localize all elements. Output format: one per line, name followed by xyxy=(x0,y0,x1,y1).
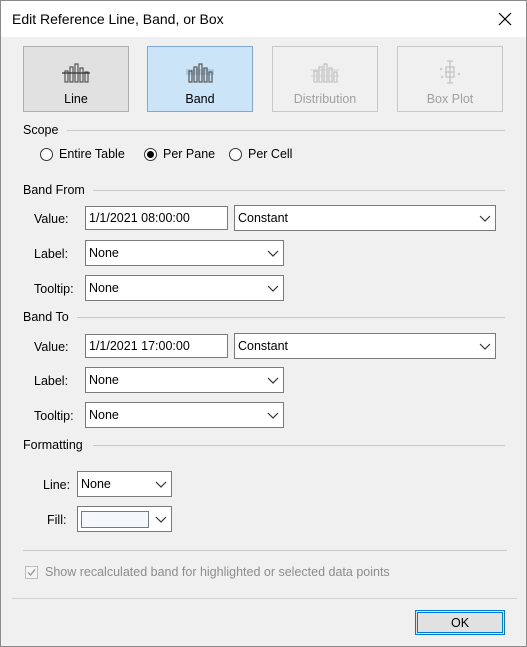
scope-divider xyxy=(67,130,505,131)
box-plot-type-label: Box Plot xyxy=(426,92,474,106)
distribution-chart-icon xyxy=(311,63,339,83)
radio-indicator-selected xyxy=(144,147,157,161)
select-value: None xyxy=(89,408,119,422)
select-value: None xyxy=(89,373,119,387)
band-to-tooltip-select[interactable]: None xyxy=(85,402,284,428)
band-to-type-select[interactable]: Constant xyxy=(234,333,496,359)
ok-button[interactable]: OK xyxy=(415,610,505,635)
select-value: Constant xyxy=(238,211,289,225)
scope-per-cell-radio[interactable]: Per Cell xyxy=(229,147,292,161)
band-from-label-label: Label: xyxy=(34,247,69,261)
box-plot-chart-icon xyxy=(439,60,461,84)
line-type-button[interactable]: Line xyxy=(23,46,129,112)
line-chart-icon xyxy=(62,63,90,83)
edit-reference-dialog: Edit Reference Line, Band, or Box Line B… xyxy=(0,0,527,647)
chevron-down-icon xyxy=(479,343,491,350)
scope-heading: Scope xyxy=(23,123,59,137)
band-from-value-label: Value: xyxy=(34,212,69,226)
band-to-heading: Band To xyxy=(23,310,69,324)
distribution-type-button[interactable]: Distribution xyxy=(272,46,378,112)
radio-label: Per Cell xyxy=(248,147,293,161)
band-from-heading: Band From xyxy=(23,183,85,197)
ok-button-label: OK xyxy=(450,615,470,630)
band-type-button[interactable]: Band xyxy=(147,46,253,112)
band-from-divider xyxy=(93,190,505,191)
band-to-value-input[interactable]: 1/1/2021 17:00:00 xyxy=(85,334,228,358)
options-divider xyxy=(23,550,507,551)
fill-color-select[interactable] xyxy=(77,506,172,532)
select-value: Constant xyxy=(238,339,289,353)
band-to-label-label: Label: xyxy=(34,374,69,388)
close-icon[interactable] xyxy=(492,7,518,31)
band-from-label-select[interactable]: None xyxy=(85,240,284,266)
select-value: None xyxy=(81,477,111,491)
fill-format-label: Fill: xyxy=(47,513,67,527)
fill-color-swatch xyxy=(81,511,149,528)
band-to-label-select[interactable]: None xyxy=(85,367,284,393)
chevron-down-icon xyxy=(267,377,279,384)
select-value: None xyxy=(89,246,119,260)
band-to-value-label: Value: xyxy=(34,340,69,354)
band-from-type-select[interactable]: Constant xyxy=(234,205,496,231)
chevron-down-icon xyxy=(155,481,167,488)
radio-label: Per Pane xyxy=(163,147,216,161)
radio-label: Entire Table xyxy=(59,147,125,161)
chevron-down-icon xyxy=(267,412,279,419)
line-format-label: Line: xyxy=(43,478,71,492)
chevron-down-icon xyxy=(479,215,491,222)
band-from-tooltip-label: Tooltip: xyxy=(34,282,74,296)
chevron-down-icon xyxy=(267,285,279,292)
chevron-down-icon xyxy=(267,250,279,257)
radio-indicator xyxy=(229,147,242,161)
band-chart-icon xyxy=(186,63,214,83)
band-to-tooltip-label: Tooltip: xyxy=(34,409,74,423)
select-value: None xyxy=(89,281,119,295)
chevron-down-icon xyxy=(155,516,167,523)
dialog-title: Edit Reference Line, Band, or Box xyxy=(12,11,224,27)
line-format-select[interactable]: None xyxy=(77,471,172,497)
scope-per-pane-radio[interactable]: Per Pane xyxy=(144,147,215,161)
band-from-tooltip-select[interactable]: None xyxy=(85,275,284,301)
show-recalculated-band-checkbox[interactable]: Show recalculated band for highlighted o… xyxy=(25,565,390,579)
band-to-divider xyxy=(77,317,505,318)
scope-entire-table-radio[interactable]: Entire Table xyxy=(40,147,125,161)
distribution-type-label: Distribution xyxy=(293,92,357,106)
formatting-heading: Formatting xyxy=(23,438,83,452)
band-type-label: Band xyxy=(185,92,215,106)
title-bar: Edit Reference Line, Band, or Box xyxy=(1,1,526,37)
line-type-label: Line xyxy=(64,92,88,106)
footer-divider xyxy=(12,598,517,599)
checkbox-indicator xyxy=(25,565,38,579)
checkbox-label: Show recalculated band for highlighted o… xyxy=(45,565,390,579)
band-from-value-input[interactable]: 1/1/2021 08:00:00 xyxy=(85,206,228,230)
checkmark-icon xyxy=(27,568,36,576)
box-plot-type-button[interactable]: Box Plot xyxy=(397,46,503,112)
radio-indicator xyxy=(40,147,53,161)
formatting-divider xyxy=(93,445,505,446)
